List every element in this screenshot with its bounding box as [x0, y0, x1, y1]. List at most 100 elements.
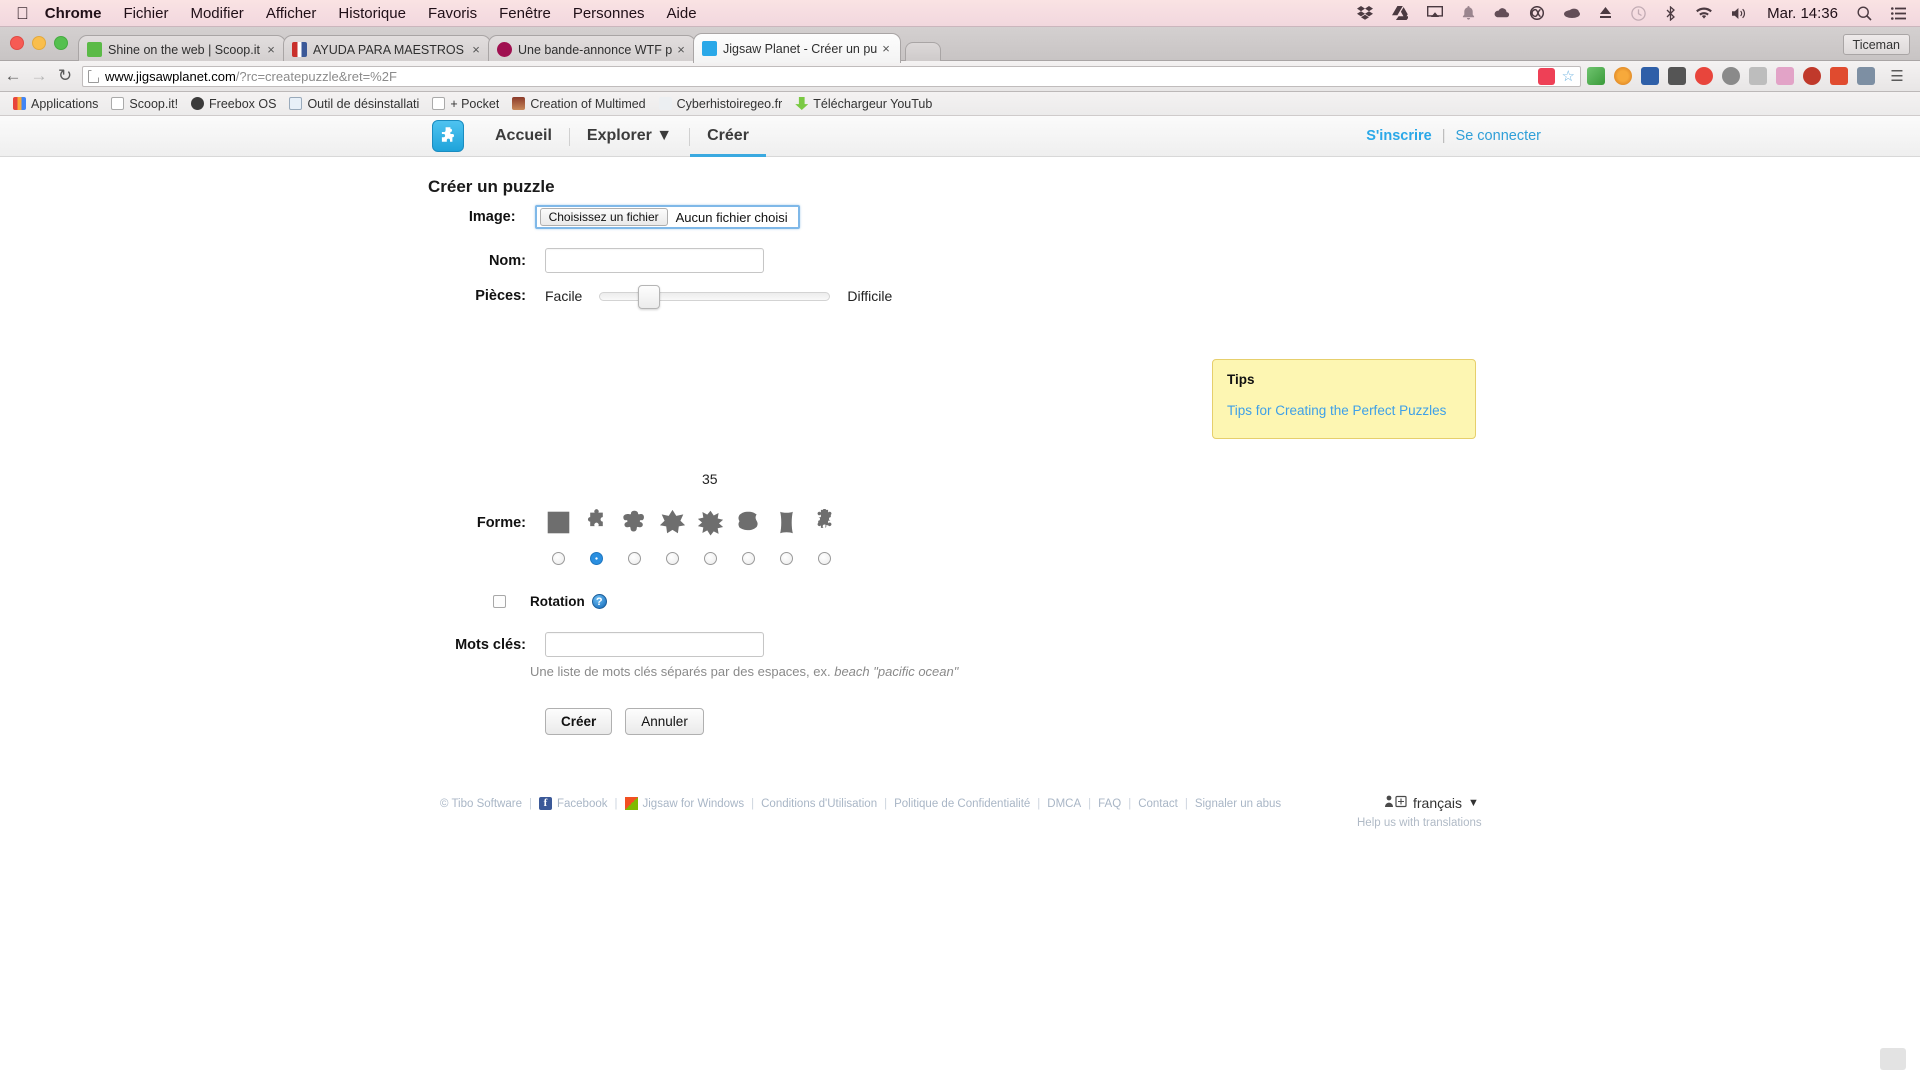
extension-10-icon[interactable] [1830, 67, 1848, 85]
footer-link-contact[interactable]: Contact [1138, 798, 1178, 810]
rotation-help-icon[interactable]: ? [591, 594, 607, 609]
rounded-jigsaw-shape-icon[interactable] [621, 509, 648, 536]
close-tab-icon[interactable]: × [265, 43, 277, 56]
cancel-button[interactable]: Annuler [625, 708, 704, 735]
profile-chip[interactable]: Ticeman [1842, 34, 1910, 55]
name-input[interactable] [545, 248, 764, 273]
shape-radio-star[interactable] [666, 552, 679, 565]
create-button[interactable]: Créer [545, 708, 613, 735]
close-tab-icon[interactable]: × [675, 43, 687, 56]
shape-radio-square[interactable] [552, 552, 565, 565]
nav-creer[interactable]: Créer [690, 116, 766, 157]
menu-item-personnes[interactable]: Personnes [573, 5, 645, 22]
curved-rectangle-shape-icon[interactable] [773, 509, 800, 536]
shape-radio-classic-jigsaw-selected[interactable] [590, 552, 603, 565]
bookmark-creation-of-multimedia[interactable]: Creation of Multimed [512, 97, 646, 111]
shape-radio-rounded-jigsaw[interactable] [628, 552, 641, 565]
minimize-window-button[interactable] [32, 36, 46, 50]
bell-icon[interactable] [1462, 6, 1475, 20]
new-tab-button[interactable] [905, 42, 941, 63]
cloud-filled-icon[interactable] [1564, 8, 1581, 18]
footer-link-signaler-abus[interactable]: Signaler un abus [1195, 798, 1281, 810]
spiky-shape-icon[interactable] [697, 509, 724, 536]
notification-center-icon[interactable] [1891, 6, 1906, 20]
chrome-menu-icon[interactable]: ☰ [1884, 67, 1910, 85]
star-shape-icon[interactable] [659, 509, 686, 536]
star-icon[interactable]: ☆ [1562, 69, 1575, 84]
address-bar[interactable]: www.jigsawplanet.com /?rc=createpuzzle&r… [82, 65, 1581, 87]
wifi-icon[interactable] [1695, 6, 1713, 20]
extension-2-icon[interactable] [1614, 67, 1632, 85]
extension-9-icon[interactable] [1803, 67, 1821, 85]
bluetooth-icon[interactable] [1665, 5, 1676, 21]
tips-link[interactable]: Tips for Creating the Perfect Puzzles [1227, 403, 1461, 418]
extension-4-icon[interactable] [1668, 67, 1686, 85]
browser-tab-4-active[interactable]: Jigsaw Planet - Créer un pu × [693, 33, 901, 63]
bookmark-outil-desinstallation[interactable]: Outil de désinstallati [289, 97, 419, 111]
signup-link[interactable]: S'inscrire [1366, 128, 1432, 144]
menu-item-fenetre[interactable]: Fenêtre [499, 5, 551, 22]
nav-accueil[interactable]: Accueil [478, 116, 569, 157]
footer-link-conditions[interactable]: Conditions d'Utilisation [761, 798, 877, 810]
page-info-icon[interactable] [88, 69, 99, 83]
classic-jigsaw-shape-icon[interactable] [583, 509, 610, 536]
menu-clock[interactable]: Mar. 14:36 [1767, 5, 1838, 22]
close-tab-icon[interactable]: × [880, 42, 892, 55]
close-window-button[interactable] [10, 36, 24, 50]
apple-icon[interactable]:  [16, 5, 29, 22]
shape-radio-spiky[interactable] [704, 552, 717, 565]
forward-icon[interactable]: → [26, 66, 52, 86]
menu-item-afficher[interactable]: Afficher [266, 5, 317, 22]
shape-radio-leaf[interactable] [742, 552, 755, 565]
creative-cloud-icon[interactable] [1529, 6, 1545, 20]
back-icon[interactable]: ← [0, 66, 26, 86]
extension-8-icon[interactable] [1776, 67, 1794, 85]
choose-file-button[interactable]: Choisissez un fichier [539, 208, 668, 226]
menu-item-historique[interactable]: Historique [338, 5, 406, 22]
close-tab-icon[interactable]: × [470, 43, 482, 56]
menu-item-fichier[interactable]: Fichier [123, 5, 168, 22]
shape-radio-small-jigsaw[interactable] [818, 552, 831, 565]
footer-link-dmca[interactable]: DMCA [1047, 798, 1081, 810]
bookmark-freebox-os[interactable]: Freebox OS [191, 97, 276, 111]
browser-tab-1[interactable]: Shine on the web | Scoop.it × [78, 35, 286, 63]
bookmark-scoopit[interactable]: Scoop.it! [111, 97, 178, 111]
menu-item-favoris[interactable]: Favoris [428, 5, 477, 22]
footer-link-faq[interactable]: FAQ [1098, 798, 1121, 810]
extension-3-icon[interactable] [1641, 67, 1659, 85]
reload-icon[interactable]: ↻ [52, 66, 78, 86]
extension-5-icon[interactable] [1695, 67, 1713, 85]
footer-link-jigsaw-for-windows[interactable]: Jigsaw for Windows [643, 798, 745, 810]
leaf-shape-icon[interactable] [735, 509, 762, 536]
maximize-window-button[interactable] [54, 36, 68, 50]
extension-6-icon[interactable] [1722, 67, 1740, 85]
rotation-checkbox[interactable] [493, 595, 506, 608]
menu-item-modifier[interactable]: Modifier [190, 5, 243, 22]
footer-link-facebook[interactable]: Facebook [557, 798, 608, 810]
browser-tab-2[interactable]: AYUDA PARA MAESTROS × [283, 35, 491, 63]
timemachine-icon[interactable] [1631, 5, 1646, 21]
extension-1-icon[interactable] [1587, 67, 1605, 85]
chevron-down-icon[interactable]: ▼ [1468, 797, 1479, 809]
footer-link-confidentialite[interactable]: Politique de Confidentialité [894, 798, 1030, 810]
bookmark-pocket[interactable]: + Pocket [432, 97, 499, 111]
menu-item-aide[interactable]: Aide [667, 5, 697, 22]
extension-7-icon[interactable] [1749, 67, 1767, 85]
bookmark-cyberhistoiregeo[interactable]: Cyberhistoiregeo.fr [658, 97, 782, 111]
nav-explorer[interactable]: Explorer ▼ [570, 116, 689, 157]
search-icon[interactable] [1857, 5, 1872, 21]
cloud-icon[interactable] [1494, 7, 1510, 19]
language-selector[interactable]: français ▼ [1385, 795, 1479, 811]
volume-icon[interactable] [1732, 7, 1748, 20]
bookmark-applications[interactable]: Applications [13, 97, 98, 111]
square-shape-icon[interactable] [545, 509, 572, 536]
airplay-icon[interactable] [1427, 6, 1444, 20]
google-drive-icon[interactable] [1392, 6, 1409, 20]
eject-icon[interactable] [1599, 6, 1612, 20]
pieces-slider[interactable] [599, 284, 831, 309]
bookmark-telechargeur-youtube[interactable]: Téléchargeur YouTub [795, 97, 932, 111]
menu-item-chrome[interactable]: Chrome [45, 5, 102, 22]
file-input[interactable]: Choisissez un fichier Aucun fichier choi… [534, 205, 800, 229]
slider-handle[interactable] [638, 284, 661, 309]
pocket-extension-icon[interactable] [1537, 67, 1555, 85]
